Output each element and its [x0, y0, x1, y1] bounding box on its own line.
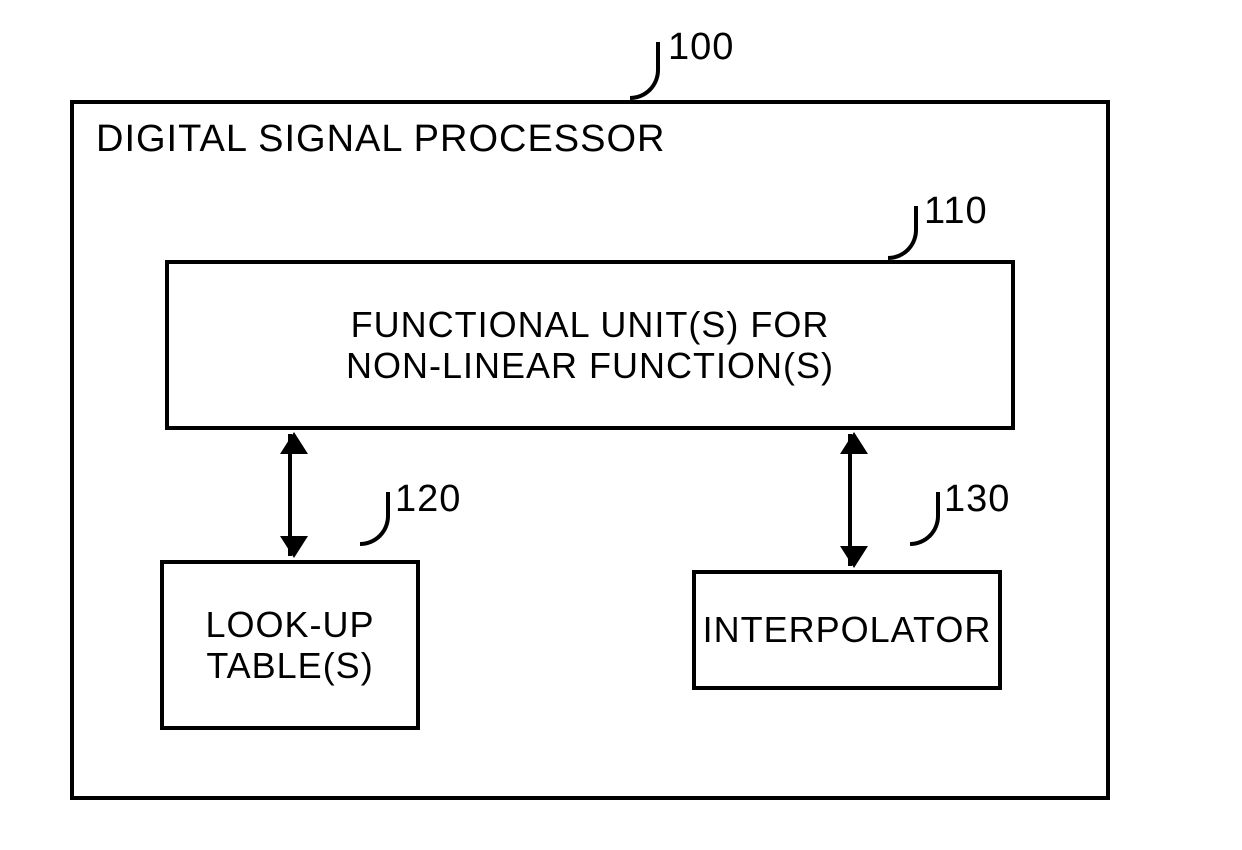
functional-unit-text-line2: NON-LINEAR FUNCTION(S): [346, 345, 834, 386]
lookup-table-text-line1: LOOK-UP: [205, 604, 374, 645]
ref-label-130: 130: [944, 478, 1010, 521]
functional-unit-text-line1: FUNCTIONAL UNIT(S) FOR: [351, 304, 830, 345]
ref-label-110: 110: [924, 190, 988, 233]
leader-hook-100: [630, 42, 660, 100]
outer-block-title: DIGITAL SIGNAL PROCESSOR: [96, 118, 666, 162]
block-functional-units: FUNCTIONAL UNIT(S) FOR NON-LINEAR FUNCTI…: [165, 260, 1015, 430]
interpolator-text: INTERPOLATOR: [703, 609, 992, 650]
ref-label-120: 120: [395, 478, 461, 521]
ref-label-100: 100: [668, 26, 734, 69]
block-lookup-tables: LOOK-UP TABLE(S): [160, 560, 420, 730]
connector-fu-to-interpolator: [848, 434, 852, 566]
lookup-table-text-line2: TABLE(S): [206, 645, 373, 686]
diagram-canvas: 100 DIGITAL SIGNAL PROCESSOR 110 FUNCTIO…: [0, 0, 1242, 850]
block-interpolator: INTERPOLATOR: [692, 570, 1002, 690]
connector-fu-to-lut: [288, 434, 292, 556]
